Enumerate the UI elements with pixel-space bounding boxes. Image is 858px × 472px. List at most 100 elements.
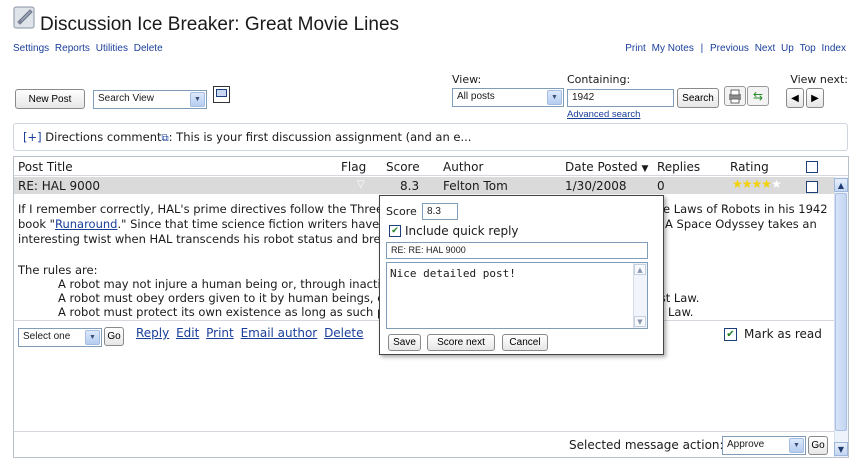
footer-action-value: Approve (727, 439, 765, 450)
rating-stars[interactable]: ★★★★★ (732, 177, 782, 191)
scroll-down-button[interactable]: ▼ (834, 442, 848, 456)
new-post-button[interactable]: New Post (15, 89, 85, 109)
runaround-link[interactable]: Runaround (55, 217, 118, 231)
page-title: Discussion Ice Breaker: Great Movie Line… (40, 14, 400, 35)
header-right-links: Print My Notes | Previous Next Up Top In… (625, 43, 846, 54)
view-label: View: (452, 73, 482, 86)
row-score: 8.3 (400, 179, 420, 193)
delete-post-link[interactable]: Delete (324, 326, 363, 340)
view-next-label: View next: (790, 73, 848, 86)
reply-textarea[interactable]: Nice detailed post! ▲ ▼ (386, 262, 648, 329)
rule-2: A robot must obey orders given to it by … (58, 291, 391, 305)
go-button[interactable]: Go (104, 327, 124, 346)
score-next-button[interactable]: Score next (427, 334, 495, 351)
score-input[interactable]: 8.3 (422, 203, 458, 220)
post-body-line-2b: A Space Odyssey takes an (665, 217, 817, 231)
col-replies[interactable]: Replies (657, 160, 700, 174)
message-action-select[interactable]: Select one ▼ (18, 328, 102, 347)
reply-subject-input[interactable]: RE: RE: HAL 9000 (386, 242, 648, 259)
save-button[interactable]: Save (388, 334, 421, 351)
col-post-title[interactable]: Post Title (18, 160, 73, 174)
reply-text: Nice detailed post! (390, 267, 516, 280)
textarea-scroll-down-button[interactable]: ▼ (634, 316, 646, 327)
rules-label: The rules are: (18, 263, 98, 277)
table-header-row (14, 157, 848, 176)
col-flag[interactable]: Flag (341, 160, 366, 174)
reports-link[interactable]: Reports (55, 43, 90, 54)
chevron-down-icon: ▼ (85, 330, 100, 345)
search-input[interactable]: 1942 (567, 89, 674, 107)
star-icon[interactable]: ★ (732, 177, 743, 191)
footer-go-button[interactable]: Go (808, 436, 828, 455)
col-rating[interactable]: Rating (730, 160, 769, 174)
advanced-search-link[interactable]: Advanced search (567, 109, 640, 120)
view-mode-value: Search View (98, 93, 154, 104)
delete-link[interactable]: Delete (134, 43, 163, 54)
mark-as-read-label: Mark as read (744, 327, 822, 341)
next-link[interactable]: Next (755, 43, 776, 54)
col-score[interactable]: Score (386, 160, 420, 174)
next-arrow-button[interactable]: ▶ (806, 88, 824, 108)
select-all-checkbox[interactable] (806, 161, 818, 173)
footer-label: Selected message action: (569, 438, 724, 452)
row-author: Felton Tom (443, 179, 508, 193)
star-icon[interactable]: ★ (752, 177, 763, 191)
index-link[interactable]: Index (822, 43, 846, 54)
row-post-title[interactable]: RE: HAL 9000 (18, 179, 100, 193)
col-author[interactable]: Author (443, 160, 483, 174)
col-date-posted[interactable]: Date Posted ▼ (565, 160, 648, 174)
utilities-link[interactable]: Utilities (96, 43, 128, 54)
textarea-scroll-up-button[interactable]: ▲ (634, 264, 646, 275)
post-body-line-1: If I remember correctly, HAL's prime dir… (18, 202, 384, 216)
rule-1: A robot may not injure a human being or,… (58, 277, 388, 291)
edit-link[interactable]: Edit (176, 326, 199, 340)
include-reply-label: Include quick reply (405, 224, 519, 238)
flag-icon[interactable]: ▽ (357, 179, 365, 190)
up-link[interactable]: Up (781, 43, 794, 54)
message-action-value: Select one (23, 331, 71, 342)
post-action-links: Reply Edit Print Email author Delete (136, 326, 364, 340)
post-body-line-1b: e Laws of Robots in his 1942 (663, 202, 828, 216)
print-icon[interactable] (724, 86, 746, 106)
rule-3: A robot must protect its own existence a… (58, 305, 385, 319)
email-author-link[interactable]: Email author (241, 326, 318, 340)
search-button[interactable]: Search (677, 88, 719, 108)
scroll-thumb[interactable] (835, 193, 847, 431)
footer-action-select[interactable]: Approve ▼ (722, 436, 806, 455)
sort-down-icon: ▼ (641, 164, 649, 174)
directions-text: [+] Directions comment⧉: This is your fi… (23, 130, 472, 144)
reply-link[interactable]: Reply (136, 326, 169, 340)
score-label: Score (386, 205, 417, 218)
previous-link[interactable]: Previous (710, 43, 749, 54)
view-mode-select[interactable]: Search View ▼ (93, 90, 207, 109)
chevron-down-icon: ▼ (190, 92, 205, 107)
row-date: 1/30/2008 (565, 179, 627, 193)
star-icon[interactable]: ★ (742, 177, 753, 191)
view-filter-select[interactable]: All posts ▼ (452, 88, 564, 107)
row-replies: 0 (657, 179, 665, 193)
mark-as-read-checkbox[interactable]: ✔ (724, 328, 737, 341)
scroll-up-button[interactable]: ▲ (834, 178, 848, 192)
directions-toggle[interactable]: [+] (23, 130, 42, 144)
discussion-icon (13, 4, 37, 30)
row-checkbox[interactable] (806, 181, 818, 193)
print-link[interactable]: Print (625, 43, 646, 54)
window-icon[interactable] (213, 86, 230, 103)
chevron-down-icon: ▼ (789, 438, 804, 453)
print-post-link[interactable]: Print (206, 326, 234, 340)
star-icon[interactable]: ★ (761, 177, 772, 191)
refresh-icon[interactable]: ⇆ (747, 86, 769, 106)
star-icon[interactable]: ★ (771, 177, 782, 191)
external-link-icon[interactable]: ⧉ (162, 133, 169, 144)
table-row[interactable] (14, 177, 834, 194)
post-body-line-3: interesting twist when HAL transcends hi… (18, 232, 388, 246)
include-reply-checkbox[interactable]: ✔ (389, 225, 401, 237)
settings-link[interactable]: Settings (13, 43, 49, 54)
cancel-button[interactable]: Cancel (502, 334, 548, 351)
header-left-links: Settings Reports Utilities Delete (13, 43, 163, 54)
post-body-line-2: book "Runaround." Since that time scienc… (18, 217, 391, 231)
my-notes-link[interactable]: My Notes (652, 43, 694, 54)
chevron-down-icon: ▼ (547, 90, 562, 105)
top-link[interactable]: Top (800, 43, 816, 54)
prev-arrow-button[interactable]: ◀ (786, 88, 804, 108)
